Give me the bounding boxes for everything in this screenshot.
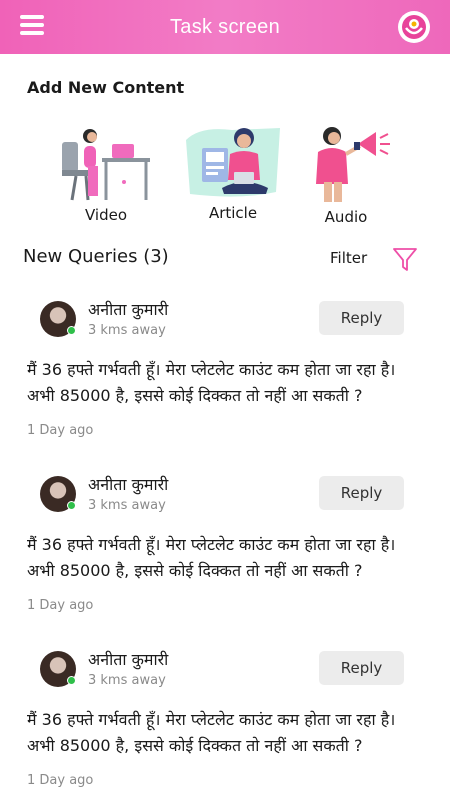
query-item: अनीता कुमारी 3 kms away Reply मैं 36 हफ्… — [0, 650, 450, 800]
new-queries-title: New Queries (3) — [23, 246, 169, 267]
add-audio-card[interactable]: Audio — [300, 124, 392, 226]
app-logo-icon[interactable] — [398, 11, 430, 43]
online-status-icon — [67, 326, 76, 335]
reply-button[interactable]: Reply — [319, 476, 404, 510]
video-label: Video — [84, 206, 128, 224]
online-status-icon — [67, 676, 76, 685]
filter-label[interactable]: Filter — [330, 249, 367, 267]
article-label: Article — [208, 204, 258, 222]
reply-button[interactable]: Reply — [319, 301, 404, 335]
add-new-content-title: Add New Content — [27, 78, 185, 97]
audio-label: Audio — [324, 208, 368, 226]
query-item: अनीता कुमारी 3 kms away Reply मैं 36 हफ्… — [0, 300, 450, 461]
query-distance: 3 kms away — [88, 498, 166, 513]
query-author-name: अनीता कुमारी — [88, 300, 169, 319]
query-time: 1 Day ago — [27, 598, 94, 613]
woman-with-megaphone-illustration — [316, 127, 390, 202]
page-title: Task screen — [169, 15, 280, 38]
query-text: मैं 36 हफ्ते गर्भवती हूँ। मेरा प्लेटलेट … — [27, 710, 396, 755]
woman-at-desk-illustration — [62, 129, 150, 201]
filter-funnel-icon[interactable] — [392, 246, 418, 272]
reply-button[interactable]: Reply — [319, 651, 404, 685]
woman-with-laptop-illustration — [186, 128, 280, 197]
online-status-icon — [67, 501, 76, 510]
hamburger-menu-icon[interactable] — [20, 15, 44, 37]
query-text: मैं 36 हफ्ते गर्भवती हूँ। मेरा प्लेटलेट … — [27, 535, 396, 580]
query-time: 1 Day ago — [27, 773, 94, 788]
app-header: Task screen — [0, 0, 450, 54]
query-author-name: अनीता कुमारी — [88, 475, 169, 494]
query-item: अनीता कुमारी 3 kms away Reply मैं 36 हफ्… — [0, 475, 450, 636]
query-distance: 3 kms away — [88, 323, 166, 338]
query-time: 1 Day ago — [27, 423, 94, 438]
add-article-card[interactable]: Article — [180, 122, 286, 222]
query-text: मैं 36 हफ्ते गर्भवती हूँ। मेरा प्लेटलेट … — [27, 360, 396, 405]
query-distance: 3 kms away — [88, 673, 166, 688]
add-video-card[interactable]: Video — [58, 122, 154, 224]
query-author-name: अनीता कुमारी — [88, 650, 169, 669]
